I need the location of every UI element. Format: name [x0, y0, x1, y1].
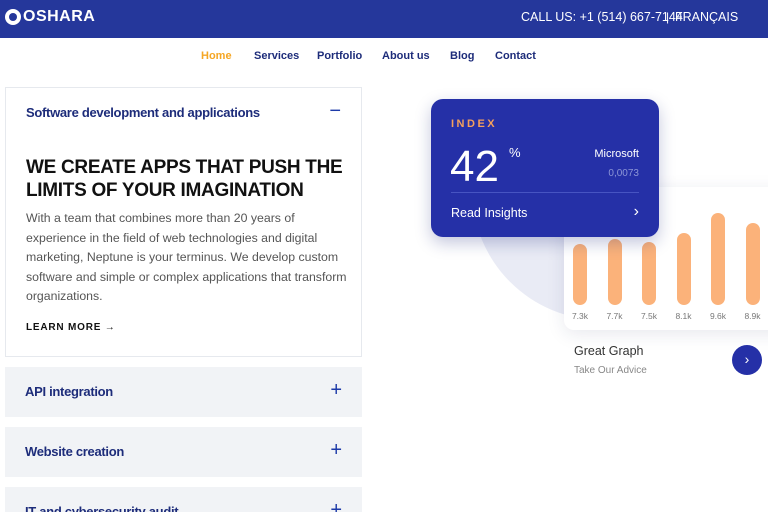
graph-bar [711, 213, 725, 305]
read-insights-link[interactable]: Read Insights [451, 206, 527, 220]
graph-bar-label: 8.1k [675, 311, 692, 321]
logo-text: OSHARA [23, 8, 96, 25]
graph-subtitle: Take Our Advice [574, 365, 647, 376]
graph-bar-label: 7.5k [640, 311, 658, 321]
accordion-item-api[interactable]: API integration + [5, 367, 362, 417]
index-card: INDEX 42 % Microsoft 0,0073 Read Insight… [431, 99, 659, 237]
header-separator: | [666, 10, 670, 24]
index-unit: % [509, 145, 521, 160]
nav-about-us[interactable]: About us [382, 50, 430, 62]
nav-home[interactable]: Home [201, 50, 232, 62]
graph-bar-label: 8.9k [744, 311, 761, 321]
index-value: 42 [450, 142, 499, 191]
nav-portfolio[interactable]: Portfolio [317, 50, 362, 62]
accordion-item-software: Software development and applications − … [5, 87, 362, 357]
index-label: INDEX [451, 118, 498, 130]
main-nav: Home Services Portfolio About us Blog Co… [0, 50, 768, 66]
logo-mark-icon [5, 9, 21, 25]
index-divider [451, 192, 639, 193]
index-change: 0,0073 [608, 168, 639, 179]
graph-bar [607, 238, 622, 305]
logo[interactable]: OSHARA [5, 8, 95, 26]
chevron-right-icon[interactable]: › [634, 203, 639, 221]
nav-services[interactable]: Services [254, 50, 299, 62]
learn-more-link[interactable]: LEARN MORE → [26, 322, 116, 333]
graph-title: Great Graph [574, 344, 644, 358]
plus-icon[interactable]: + [330, 440, 342, 460]
graph-bar [642, 241, 656, 305]
phone-link[interactable]: CALL US: +1 (514) 667-7144 [521, 10, 683, 24]
language-switch-link[interactable]: FRANÇAIS [675, 10, 738, 24]
accordion-title: IT and cybersecurity audit [25, 504, 179, 512]
graph-bar [676, 233, 691, 305]
graph-bar [573, 244, 587, 305]
accordion-title[interactable]: Software development and applications [26, 105, 260, 120]
accordion-item-audit[interactable]: IT and cybersecurity audit + [5, 487, 362, 512]
graph-bar-label: 7.7k [606, 311, 623, 321]
graph-bar-label: 7.3k [571, 311, 589, 321]
accordion-item-website[interactable]: Website creation + [5, 427, 362, 477]
graph-bar [745, 222, 760, 305]
nav-contact[interactable]: Contact [495, 50, 536, 62]
top-bar: OSHARA CALL US: +1 (514) 667-7144 | FRAN… [0, 0, 768, 38]
plus-icon[interactable]: + [330, 380, 342, 400]
minus-icon[interactable]: − [329, 101, 341, 121]
accordion-title: Website creation [25, 444, 124, 459]
index-company: Microsoft [594, 148, 639, 160]
section-description: With a team that combines more than 20 y… [26, 211, 347, 304]
section-headline: WE CREATE APPS THAT PUSH THE LIMITS OF Y… [26, 157, 343, 201]
plus-icon[interactable]: + [330, 500, 342, 512]
accordion-title: API integration [25, 384, 113, 399]
graph-next-button[interactable]: › [732, 345, 762, 375]
graph-bar-label: 9.6k [709, 311, 727, 321]
nav-blog[interactable]: Blog [450, 50, 474, 62]
